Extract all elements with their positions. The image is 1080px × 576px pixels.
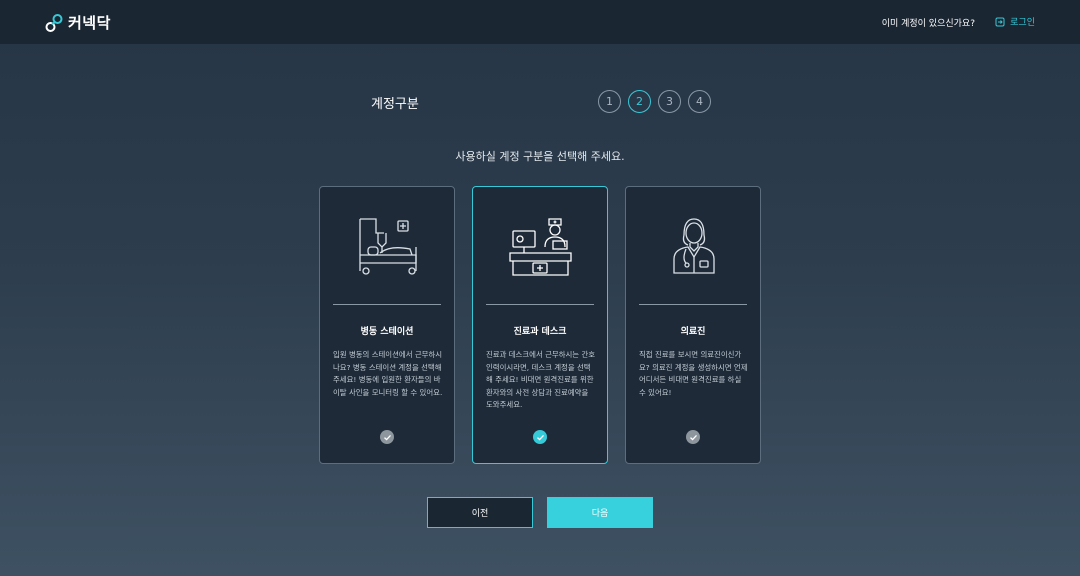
card-description: 직접 진료를 보시면 의료진이신가요? 의료진 계정을 생성하시면 언제 어디서… xyxy=(639,350,748,397)
instruction-text: 사용하실 계정 구분을 선택해 주세요. xyxy=(455,150,625,163)
step-1: 1 xyxy=(598,90,621,113)
card-divider xyxy=(639,304,747,305)
brand-name: 커넥닥 xyxy=(68,14,111,32)
card-ward-station[interactable]: 병동 스테이션 입원 병동의 스테이션에서 근무하시나요? 병동 스테이션 계정… xyxy=(319,186,455,464)
step-2: 2 xyxy=(628,90,651,113)
card-divider xyxy=(486,304,594,305)
check-icon[interactable] xyxy=(380,430,394,444)
step-4: 4 xyxy=(688,90,711,113)
top-bar: 커넥닥 이미 계정이 있으신가요? 로그인 xyxy=(0,0,1080,44)
have-account-text: 이미 계정이 있으신가요? xyxy=(881,19,975,29)
card-divider xyxy=(333,304,441,305)
link-logo-icon xyxy=(45,13,63,32)
prev-button[interactable]: 이전 xyxy=(427,497,533,528)
login-label: 로그인 xyxy=(1010,18,1035,28)
login-icon xyxy=(995,17,1005,26)
check-icon[interactable] xyxy=(686,430,700,444)
login-link[interactable]: 로그인 xyxy=(995,15,1035,28)
brand-logo[interactable]: 커넥닥 xyxy=(44,12,111,33)
card-department-desk[interactable]: 진료과 데스크 진료과 데스크에서 근무하시는 간호 인력이시라면, 데스크 계… xyxy=(472,186,608,464)
nurse-desk-icon xyxy=(509,218,572,276)
card-description: 진료과 데스크에서 근무하시는 간호 인력이시라면, 데스크 계정을 선택해 주… xyxy=(486,350,596,410)
doctor-icon xyxy=(673,218,715,274)
account-type-options: 병동 스테이션 입원 병동의 스테이션에서 근무하시나요? 병동 스테이션 계정… xyxy=(319,186,761,464)
step-indicator: 1 2 3 4 xyxy=(598,90,711,113)
next-button[interactable]: 다음 xyxy=(547,497,653,528)
card-title: 병동 스테이션 xyxy=(360,327,414,337)
page-title: 계정구분 xyxy=(371,97,419,112)
check-icon[interactable] xyxy=(533,430,547,444)
step-3: 3 xyxy=(658,90,681,113)
card-description: 입원 병동의 스테이션에서 근무하시나요? 병동 스테이션 계정을 선택해 주세… xyxy=(333,350,443,397)
card-medical-staff[interactable]: 의료진 직접 진료를 보시면 의료진이신가요? 의료진 계정을 생성하시면 언제… xyxy=(625,186,761,464)
card-title: 진료과 데스크 xyxy=(513,327,567,337)
hospital-bed-icon xyxy=(359,218,417,275)
card-title: 의료진 xyxy=(680,327,706,337)
